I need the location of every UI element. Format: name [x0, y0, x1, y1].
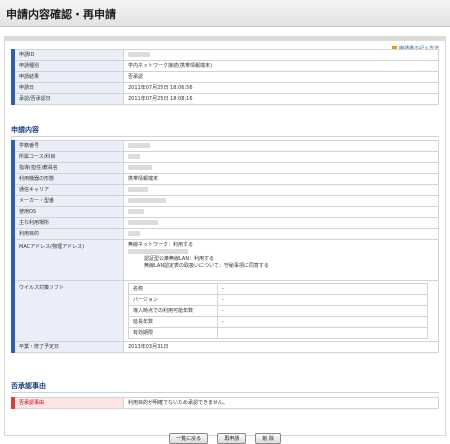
redacted-value — [128, 154, 140, 159]
label-reject-reason: 否承認事由 — [11, 397, 124, 409]
antivirus-name-value: - — [217, 283, 428, 295]
table-row: 指導(担任)教員名 — [11, 162, 439, 174]
value-purpose — [123, 228, 439, 240]
table-row: 有効期限 — [128, 327, 428, 339]
mac-line-agreement: 無線LAN認定表の取扱いについて：守秘事項に同意する — [144, 263, 269, 269]
table-row: MACアドレス(物理アドレス) 無線ネットワーク：利用する 認証型公衆無線LAN… — [11, 239, 439, 281]
label-os: 使用OS — [11, 206, 124, 218]
value-carrier — [123, 184, 439, 196]
button-bar: 一覧に戻る 再申請 削 除 — [5, 425, 445, 444]
table-row: 名称 - — [128, 283, 428, 295]
back-to-list-button[interactable]: 一覧に戻る — [169, 433, 209, 444]
value-application-type: 学内ネットワーク接続(携帯情報端末) — [123, 60, 439, 72]
redacted-value — [128, 231, 140, 236]
antivirus-expiry-value — [217, 327, 428, 339]
redacted-value — [128, 198, 166, 203]
antivirus-version-label: バージョン — [128, 294, 218, 306]
label-antivirus: ウイルス対策ソフト — [11, 280, 124, 342]
table-row: 延長年数 - — [128, 316, 428, 328]
antivirus-version-value: - — [217, 294, 428, 306]
table-row: 卒業・修了予定日 2013年03月31日 — [11, 341, 439, 353]
antivirus-years-label: 導入時点での利用可能年数 — [128, 305, 218, 317]
redacted-value — [128, 143, 150, 148]
value-advisor — [123, 162, 439, 174]
section-divider — [11, 136, 439, 137]
value-application-date: 2011年07月25日 18:06:56 — [123, 82, 439, 94]
table-row: メーカー・型番 — [11, 195, 439, 207]
label-application-date: 申請日 — [11, 82, 124, 94]
label-application-id: 申請ID — [11, 49, 124, 61]
table-row: 申請ID — [11, 49, 439, 61]
redacted-value — [128, 52, 150, 57]
redacted-value — [128, 165, 152, 170]
table-row: 申請種別 学内ネットワーク接続(携帯情報端末) — [11, 60, 439, 72]
mac-line-redacted — [128, 249, 434, 256]
redacted-value — [128, 220, 158, 225]
antivirus-years-value: - — [217, 305, 428, 317]
value-reject-reason: 利用目的が明確でないため承認できません。 — [123, 397, 439, 409]
delete-button[interactable]: 削 除 — [255, 433, 281, 444]
antivirus-expiry-label: 有効期限 — [128, 327, 218, 339]
table-row: 否承認事由 利用目的が明確でないため承認できません。 — [11, 397, 439, 409]
label-advisor: 指導(担任)教員名 — [11, 162, 124, 174]
label-student-id: 学籍番号 — [11, 140, 124, 152]
section-title-content: 申請内容 — [11, 126, 39, 134]
value-antivirus: 名称 - バージョン - 導入時点での利用可能年数 - 延長年数 - 有効期限 — [123, 280, 439, 342]
label-course: 所属コース/科目 — [11, 151, 124, 163]
value-mac-address: 無線ネットワーク：利用する 認証型公衆無線LAN：利用する 無線LAN認定表の取… — [123, 239, 439, 281]
table-row: 学籍番号 — [11, 140, 439, 152]
redacted-value — [128, 249, 188, 254]
table-row: ウイルス対策ソフト 名称 - バージョン - 導入時点での利用可能年数 - 延長年数 -… — [11, 280, 439, 342]
reject-table: 否承認事由 利用目的が明確でないため承認できません。 — [11, 397, 439, 409]
panel-topbar — [5, 37, 445, 41]
table-row: 承認/否承認日 2011年07月25日 18:08:16 — [11, 93, 439, 105]
value-application-id — [123, 49, 439, 61]
value-student-id — [123, 140, 439, 152]
table-row: 導入時点での利用可能年数 - — [128, 305, 428, 317]
section-title-reject: 否承認事由 — [11, 382, 46, 390]
label-application-result: 申請結果 — [11, 71, 124, 83]
value-graduation-date: 2013年03月31日 — [123, 341, 439, 353]
antivirus-table: 名称 - バージョン - 導入時点での利用可能年数 - 延長年数 - 有効期限 — [128, 283, 428, 339]
label-device-type: 利用機器の形態 — [11, 173, 124, 185]
value-decision-date: 2011年07月25日 18:08:16 — [123, 93, 439, 105]
table-row: 主な利用場所 — [11, 217, 439, 229]
redacted-value — [128, 187, 148, 192]
summary-table: 申請ID 申請種別 学内ネットワーク接続(携帯情報端末) 申請結果 否承認 申請日 2… — [11, 49, 439, 105]
page-header: 申請内容確認・再申請 — [0, 0, 450, 27]
antivirus-extension-value: - — [217, 316, 428, 328]
value-course — [123, 151, 439, 163]
content-table: 学籍番号 所属コース/科目 指導(担任)教員名 利用機器の形態 携帯情報端末 通信… — [11, 140, 439, 353]
label-purpose: 利用目的 — [11, 228, 124, 240]
mac-line-public-lan: 認証型公衆無線LAN：利用する — [144, 256, 215, 262]
table-row: 通信キャリア — [11, 184, 439, 196]
value-maker-model — [123, 195, 439, 207]
table-row: 申請結果 否承認 — [11, 71, 439, 83]
table-row: 所属コース/科目 — [11, 151, 439, 163]
label-graduation-date: 卒業・修了予定日 — [11, 341, 124, 353]
main-panel: 申請書の記入方法 申請ID 申請種別学内ネットワーク接続(携帯情報端末) 申請結… — [4, 36, 446, 444]
antivirus-extension-label: 延長年数 — [128, 316, 218, 328]
label-carrier: 通信キャリア — [11, 184, 124, 196]
label-maker-model: メーカー・型番 — [11, 195, 124, 207]
reapply-button[interactable]: 再申請 — [217, 433, 247, 444]
table-row: 利用目的 — [11, 228, 439, 240]
antivirus-name-label: 名称 — [128, 283, 218, 295]
value-os — [123, 206, 439, 218]
label-mac-address: MACアドレス(物理アドレス) — [11, 239, 124, 281]
table-row: 利用機器の形態 携帯情報端末 — [11, 173, 439, 185]
table-row: 申請日 2011年07月25日 18:06:56 — [11, 82, 439, 94]
value-device-type: 携帯情報端末 — [123, 173, 439, 185]
page-title: 申請内容確認・再申請 — [6, 8, 116, 21]
section-divider — [11, 392, 439, 393]
value-location — [123, 217, 439, 229]
label-location: 主な利用場所 — [11, 217, 124, 229]
table-row: バージョン - — [128, 294, 428, 306]
table-row: 使用OS — [11, 206, 439, 218]
redacted-value — [128, 209, 144, 214]
mac-line-wireless: 無線ネットワーク：利用する — [128, 242, 194, 248]
value-application-result: 否承認 — [123, 71, 439, 83]
label-decision-date: 承認/否承認日 — [11, 93, 124, 105]
label-application-type: 申請種別 — [11, 60, 124, 72]
